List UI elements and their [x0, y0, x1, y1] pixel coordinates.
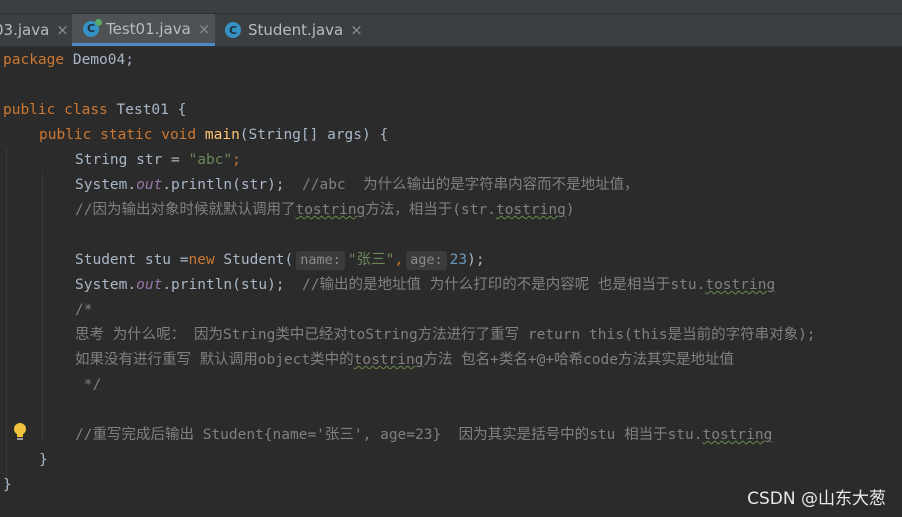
- code-text: Test01 {: [107, 102, 187, 118]
- code-text: (String[] args) {: [239, 127, 389, 143]
- comment: //输出的是地址值 为什么打印的不是内容呢 也是相当于stu.: [302, 277, 706, 293]
- code-line-16: //重写完成后输出 Student{name='张三', age=23} 因为其…: [75, 423, 772, 448]
- java-class-icon: C: [225, 22, 241, 38]
- code-line-11: /*: [75, 302, 93, 318]
- tab-label: Test01.java: [106, 19, 191, 38]
- code-line-4: public static void main(String[] args) {: [39, 123, 388, 148]
- number-literal: 23: [449, 252, 468, 268]
- parameter-hint: age:: [406, 251, 447, 270]
- typo-word: tostring: [353, 352, 424, 368]
- parameter-hint: name:: [296, 251, 345, 270]
- code-line-1: package Demo04;: [3, 48, 134, 73]
- tab-student[interactable]: C Student.java ×: [218, 14, 368, 46]
- method-name: main: [204, 127, 240, 143]
- keyword: new: [188, 252, 215, 268]
- java-class-icon: C: [83, 18, 102, 37]
- comment: 方法 包名+类名+@+哈希code方法其实是地址值: [423, 352, 735, 368]
- code-line-18: }: [3, 477, 12, 493]
- indent-guide: [6, 147, 7, 492]
- code-text: Student(: [214, 252, 294, 268]
- code-text: Demo04;: [64, 52, 134, 68]
- code-line-17: }: [39, 452, 48, 468]
- comment: 如果没有进行重写 默认调用object类中的: [75, 352, 354, 368]
- string-literal: "张三": [347, 252, 395, 268]
- code-text: .println(str);: [162, 177, 302, 193]
- code-line-5: String str = "abc";: [75, 148, 241, 173]
- editor-tab-bar: 03.java × C Test01.java × C Student.java…: [0, 0, 902, 47]
- close-icon[interactable]: ×: [198, 20, 211, 38]
- typo-word: tostring: [495, 202, 566, 218]
- code-line-13: 如果没有进行重写 默认调用object类中的tostring方法 包名+类名+@…: [75, 348, 734, 373]
- comment: 方法，相当于(str.: [365, 202, 496, 218]
- comma: ,: [394, 252, 404, 268]
- comment: //因为输出对象时候就默认调用了: [75, 202, 296, 218]
- code-line-12: 思考 为什么呢： 因为String类中已经对toString方法进行了重写 re…: [75, 327, 816, 343]
- tab-label: Student.java: [248, 21, 344, 39]
- tab-label: 03.java: [0, 21, 50, 39]
- close-icon[interactable]: ×: [350, 21, 363, 39]
- code-text: System.: [75, 177, 137, 193]
- tab-test01[interactable]: C Test01.java ×: [72, 14, 215, 46]
- close-icon[interactable]: ×: [56, 21, 69, 39]
- code-line-10: System.out.println(stu); //输出的是地址值 为什么打印…: [75, 273, 775, 298]
- keyword: class: [64, 102, 108, 118]
- tab-bar-top-strip: [0, 0, 902, 14]
- keyword: public static void: [39, 127, 197, 143]
- indent-guide: [42, 172, 43, 442]
- code-line-14: */: [75, 377, 102, 393]
- keyword: public: [3, 102, 56, 118]
- comment: ): [565, 202, 575, 218]
- code-editor[interactable]: package Demo04; public class Test01 { pu…: [0, 47, 902, 517]
- tab-demo03[interactable]: 03.java ×: [0, 14, 69, 46]
- code-line-6: System.out.println(str); //abc 为什么输出的是字符…: [75, 173, 639, 198]
- code-text: Student stu =: [75, 252, 189, 268]
- string-literal: "abc": [188, 152, 233, 168]
- code-text: );: [467, 252, 485, 268]
- typo-word: tostring: [295, 202, 366, 218]
- semicolon: ;: [232, 152, 241, 168]
- static-field: out: [136, 177, 163, 193]
- lightbulb-icon[interactable]: [12, 422, 28, 442]
- keyword: package: [3, 52, 65, 68]
- code-text: .println(stu);: [162, 277, 302, 293]
- comment: //重写完成后输出 Student{name='张三', age=23} 因为其…: [75, 427, 703, 443]
- typo-word: tostring: [702, 427, 773, 443]
- comment: //abc 为什么输出的是字符串内容而不是地址值，: [302, 177, 639, 193]
- code-line-3: public class Test01 {: [3, 98, 186, 123]
- typo-word: tostring: [705, 277, 776, 293]
- code-text: String str =: [75, 152, 189, 168]
- watermark: CSDN @山东大葱: [747, 489, 886, 509]
- code-line-7: //因为输出对象时候就默认调用了tostring方法，相当于(str.tostr…: [75, 198, 575, 223]
- code-text: System.: [75, 277, 137, 293]
- static-field: out: [136, 277, 163, 293]
- code-line-9: Student stu =new Student(name: "张三", age: 2…: [75, 248, 485, 273]
